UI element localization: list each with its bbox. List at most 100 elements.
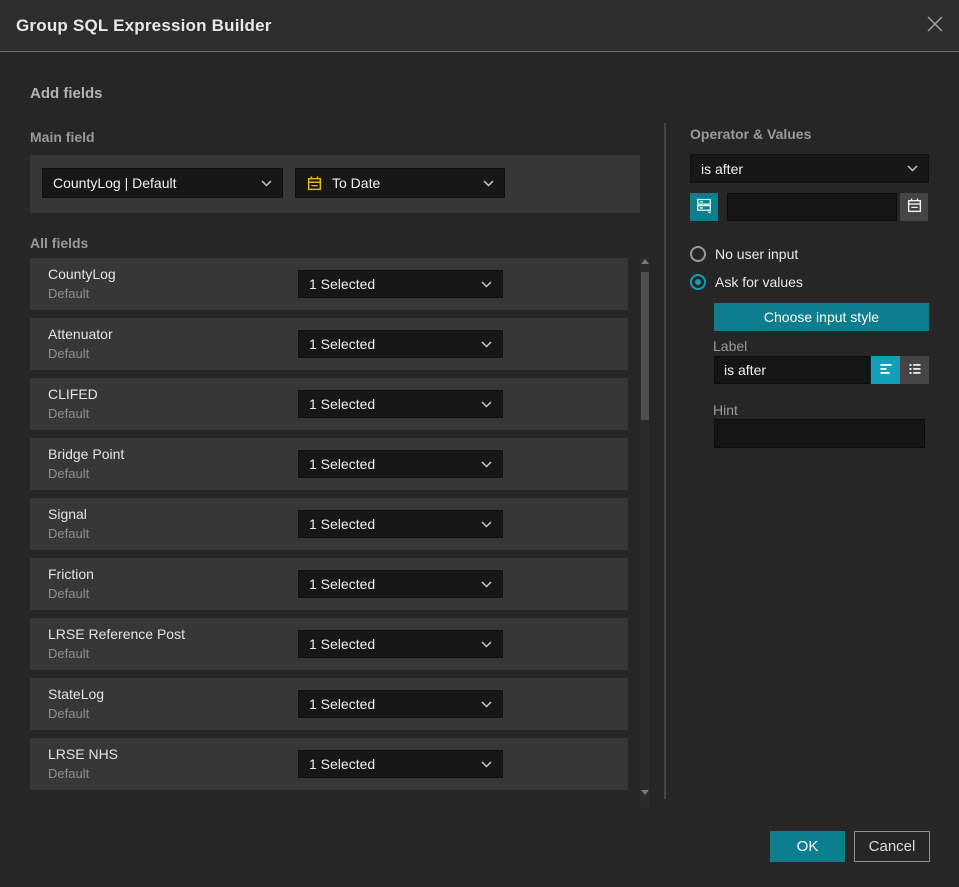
field-subtype-label: Default xyxy=(48,766,90,781)
chevron-down-icon xyxy=(481,400,492,408)
field-row: Bridge Point Default 1 Selected xyxy=(30,438,628,490)
field-values-dropdown[interactable]: 1 Selected xyxy=(298,390,503,418)
field-name-label: CLIFED xyxy=(48,386,98,402)
operator-values-heading: Operator & Values xyxy=(690,126,812,142)
add-fields-heading: Add fields xyxy=(30,85,103,102)
field-values-dropdown[interactable]: 1 Selected xyxy=(298,690,503,718)
main-field-date-dropdown-label: To Date xyxy=(332,175,381,191)
value-source-button[interactable] xyxy=(690,193,718,221)
field-values-dropdown[interactable]: 1 Selected xyxy=(298,270,503,298)
hint-input[interactable] xyxy=(714,419,925,448)
field-subtype-label: Default xyxy=(48,706,90,721)
field-name-label: LRSE Reference Post xyxy=(48,626,185,642)
close-icon xyxy=(926,15,944,38)
radio-ask-for-values[interactable]: Ask for values xyxy=(690,273,803,291)
field-name-label: Friction xyxy=(48,566,94,582)
panel-divider xyxy=(664,123,666,799)
radio-unselected-icon xyxy=(690,246,706,262)
radio-ask-for-values-label: Ask for values xyxy=(715,274,803,290)
all-fields-heading: All fields xyxy=(30,235,89,251)
value-input[interactable] xyxy=(727,193,897,221)
operator-dropdown-label: is after xyxy=(701,160,744,177)
field-row: Friction Default 1 Selected xyxy=(30,558,628,610)
field-values-dropdown-label: 1 Selected xyxy=(309,336,376,352)
field-values-dropdown-label: 1 Selected xyxy=(309,576,376,592)
field-name-label: StateLog xyxy=(48,686,105,702)
chevron-down-icon xyxy=(481,760,492,768)
field-subtype-label: Default xyxy=(48,526,90,541)
radio-no-user-input[interactable]: No user input xyxy=(690,245,798,263)
field-name-label: LRSE NHS xyxy=(48,746,119,762)
ok-button[interactable]: OK xyxy=(770,831,845,862)
operator-dropdown[interactable]: is after xyxy=(690,154,929,183)
chevron-down-icon xyxy=(481,640,492,648)
field-values-dropdown[interactable]: 1 Selected xyxy=(298,750,503,778)
main-field-panel: CountyLog | Default To Date xyxy=(30,155,640,213)
field-name-label: Attenuator xyxy=(48,326,113,342)
field-row: CountyLog Default 1 Selected xyxy=(30,258,628,310)
field-values-dropdown[interactable]: 1 Selected xyxy=(298,510,503,538)
field-row: StateLog Default 1 Selected xyxy=(30,678,628,730)
chevron-down-icon xyxy=(481,460,492,468)
chevron-down-icon xyxy=(481,580,492,588)
field-subtype-label: Default xyxy=(48,346,90,361)
single-line-style-toggle[interactable] xyxy=(871,356,900,384)
label-input[interactable] xyxy=(714,356,870,384)
hint-field-label: Hint xyxy=(713,402,738,418)
chevron-down-icon xyxy=(481,520,492,528)
field-values-dropdown-label: 1 Selected xyxy=(309,396,376,412)
value-list-icon xyxy=(696,197,713,217)
field-subtype-label: Default xyxy=(48,646,90,661)
scrollbar-up-arrow[interactable] xyxy=(641,259,649,264)
field-row: Attenuator Default 1 Selected xyxy=(30,318,628,370)
chevron-down-icon xyxy=(481,700,492,708)
list-style-toggle[interactable] xyxy=(900,356,929,384)
calendar-icon xyxy=(906,197,923,217)
main-field-heading: Main field xyxy=(30,129,95,145)
field-row: LRSE Reference Post Default 1 Selected xyxy=(30,618,628,670)
field-row: Signal Default 1 Selected xyxy=(30,498,628,550)
field-subtype-label: Default xyxy=(48,466,90,481)
scrollbar-thumb[interactable] xyxy=(641,272,649,420)
field-name-label: CountyLog xyxy=(48,266,116,282)
choose-input-style-button[interactable]: Choose input style xyxy=(714,303,929,331)
chevron-down-icon xyxy=(481,280,492,288)
field-values-dropdown-label: 1 Selected xyxy=(309,636,376,652)
field-subtype-label: Default xyxy=(48,406,90,421)
field-values-dropdown-label: 1 Selected xyxy=(309,456,376,472)
field-row: CLIFED Default 1 Selected xyxy=(30,378,628,430)
align-left-icon xyxy=(878,361,894,380)
dialog-title: Group SQL Expression Builder xyxy=(16,16,272,35)
chevron-down-icon xyxy=(261,179,272,187)
field-values-dropdown-label: 1 Selected xyxy=(309,696,376,712)
field-row: LRSE NHS Default 1 Selected xyxy=(30,738,628,790)
radio-selected-icon xyxy=(690,274,706,290)
all-fields-list: CountyLog Default 1 Selected Attenuator … xyxy=(30,258,628,798)
field-values-dropdown[interactable]: 1 Selected xyxy=(298,330,503,358)
field-values-dropdown-label: 1 Selected xyxy=(309,276,376,292)
field-subtype-label: Default xyxy=(48,586,90,601)
field-values-dropdown[interactable]: 1 Selected xyxy=(298,570,503,598)
chevron-down-icon xyxy=(483,179,494,187)
field-name-label: Bridge Point xyxy=(48,446,125,462)
calendar-icon xyxy=(306,175,323,192)
main-field-date-dropdown[interactable]: To Date xyxy=(295,168,505,198)
close-button[interactable] xyxy=(925,16,945,36)
chevron-down-icon xyxy=(481,340,492,348)
field-name-label: Signal xyxy=(48,506,87,522)
main-field-dropdown[interactable]: CountyLog | Default xyxy=(42,168,283,198)
field-values-dropdown-label: 1 Selected xyxy=(309,756,376,772)
scrollbar-down-arrow[interactable] xyxy=(641,790,649,795)
bulleted-list-icon xyxy=(907,361,923,380)
dialog-titlebar: Group SQL Expression Builder xyxy=(0,0,959,52)
label-field-label: Label xyxy=(713,338,748,354)
chevron-down-icon xyxy=(907,165,918,172)
main-field-dropdown-label: CountyLog | Default xyxy=(53,175,177,191)
radio-no-user-input-label: No user input xyxy=(715,246,799,262)
field-subtype-label: Default xyxy=(48,286,90,301)
date-picker-button[interactable] xyxy=(900,193,928,221)
field-values-dropdown[interactable]: 1 Selected xyxy=(298,630,503,658)
field-values-dropdown-label: 1 Selected xyxy=(309,516,376,532)
cancel-button[interactable]: Cancel xyxy=(854,831,930,862)
field-values-dropdown[interactable]: 1 Selected xyxy=(298,450,503,478)
